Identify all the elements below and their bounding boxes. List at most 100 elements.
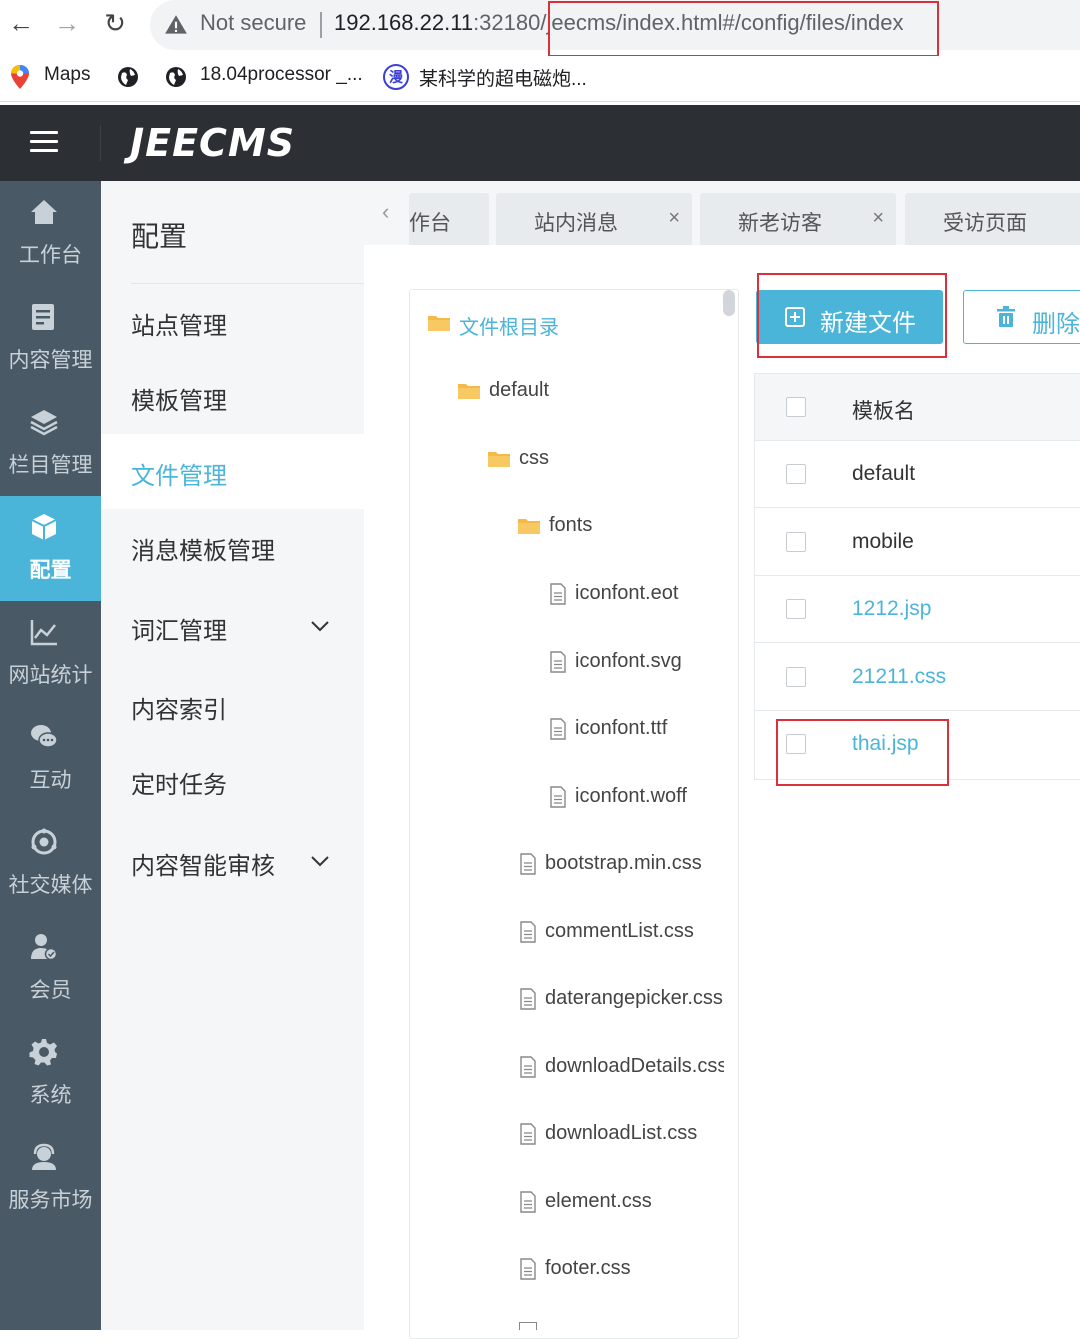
tree-node-file[interactable]: footer.css xyxy=(519,1255,724,1285)
row-checkbox[interactable] xyxy=(786,667,806,687)
tab-new-old-visitors[interactable]: 新老访客 × xyxy=(700,193,896,245)
bookmark-maps[interactable]: Maps xyxy=(44,64,90,86)
bookmark-railgun[interactable]: 某科学的超电磁炮... xyxy=(419,64,587,91)
tree-node-file[interactable]: iconfont.ttf xyxy=(549,715,727,745)
menu-item-label: 内容索引 xyxy=(131,697,227,724)
warning-triangle-icon[interactable] xyxy=(163,12,189,38)
rail-label: 互动 xyxy=(29,769,72,792)
select-all-checkbox[interactable] xyxy=(786,397,806,417)
back-arrow-icon[interactable]: ← xyxy=(6,8,36,38)
rail-item-columns[interactable]: 栏目管理 xyxy=(0,391,101,496)
chevron-down-icon[interactable] xyxy=(309,615,331,637)
menu-item-template-management[interactable]: 模板管理 xyxy=(101,359,364,434)
trash-icon xyxy=(997,306,1015,327)
rail-label: 系统 xyxy=(29,1084,72,1107)
bookmark-processor[interactable]: 18.04processor _... xyxy=(200,64,363,86)
app-header: JEECMS xyxy=(0,105,1080,181)
rail-label: 内容管理 xyxy=(8,349,93,372)
row-checkbox[interactable] xyxy=(786,532,806,552)
tree-node-file[interactable]: element.css xyxy=(519,1188,724,1218)
file-icon xyxy=(550,786,566,808)
menu-item-label: 内容智能审核 xyxy=(131,853,275,880)
tab-label: 站内消息 xyxy=(534,212,618,235)
bookmarks-bar: Maps 18.04processor _... 漫 某科学的超电磁炮... xyxy=(0,56,1080,102)
row-checkbox[interactable] xyxy=(786,464,806,484)
file-link[interactable]: 1212.jsp xyxy=(852,597,931,621)
template-name-cell: mobile xyxy=(852,530,914,553)
url-port: :32180/ xyxy=(473,10,547,35)
table-row[interactable]: mobile xyxy=(755,509,1080,576)
layers-icon xyxy=(30,410,58,436)
tab-site-messages[interactable]: 站内消息 × xyxy=(496,193,692,245)
rail-item-config[interactable]: 配置 xyxy=(0,496,101,601)
menu-item-file-management[interactable]: 文件管理 xyxy=(101,434,364,509)
rail-item-statistics[interactable]: 网站统计 xyxy=(0,601,101,706)
menu-item-smart-review[interactable]: 内容智能审核 xyxy=(101,824,364,899)
rail-item-service-market[interactable]: 服务市场 xyxy=(0,1126,101,1231)
tree-node-file[interactable]: iconfont.svg xyxy=(549,648,727,678)
forward-arrow-icon[interactable]: → xyxy=(52,8,82,38)
rail-item-members[interactable]: 会员 xyxy=(0,916,101,1021)
row-checkbox[interactable] xyxy=(786,599,806,619)
file-link[interactable]: 21211.css xyxy=(852,665,946,689)
file-icon xyxy=(520,1258,536,1280)
hamburger-menu-icon[interactable] xyxy=(30,131,58,153)
rail-item-interaction[interactable]: 互动 xyxy=(0,706,101,811)
rail-item-social[interactable]: 社交媒体 xyxy=(0,811,101,916)
tree-node-label: daterangepicker.css xyxy=(545,987,723,1009)
config-submenu: 配置 站点管理 模板管理 文件管理 消息模板管理 词汇管理 内容索引 定时任务 … xyxy=(101,181,364,1330)
file-icon xyxy=(520,853,536,875)
tree-node-label: iconfont.svg xyxy=(575,650,682,672)
new-file-highlight-box xyxy=(757,273,947,358)
tree-node-folder[interactable]: default xyxy=(457,377,727,407)
menu-item-label: 模板管理 xyxy=(131,388,227,415)
template-name-cell: default xyxy=(852,462,916,485)
tree-node-folder[interactable]: fonts xyxy=(517,512,727,542)
reload-icon[interactable]: ↻ xyxy=(100,8,130,38)
tree-node-label: footer.css xyxy=(545,1257,631,1279)
tree-node-file[interactable]: downloadList.css xyxy=(519,1120,724,1150)
maps-pin-icon xyxy=(11,65,29,89)
menu-item-scheduled-tasks[interactable]: 定时任务 xyxy=(101,743,364,818)
submenu-title: 配置 xyxy=(131,221,188,252)
rail-item-system[interactable]: 系统 xyxy=(0,1021,101,1126)
tree-node-file[interactable]: bootstrap.min.css xyxy=(519,850,724,880)
rail-item-content[interactable]: 内容管理 xyxy=(0,286,101,391)
tree-node-label: bootstrap.min.css xyxy=(545,852,702,874)
menu-item-message-templates[interactable]: 消息模板管理 xyxy=(101,509,364,584)
table-row[interactable]: 1212.jsp xyxy=(755,576,1080,643)
menu-item-label: 消息模板管理 xyxy=(131,538,275,565)
rail-item-workbench[interactable]: 工作台 xyxy=(0,181,101,286)
service-headset-icon xyxy=(32,1143,56,1170)
tab-workbench[interactable]: 作台 xyxy=(409,193,489,245)
tree-node-label: 文件根目录 xyxy=(459,317,559,339)
menu-item-content-index[interactable]: 内容索引 xyxy=(101,668,364,743)
tab-visited-pages[interactable]: 受访页面× xyxy=(905,193,1080,245)
tree-node-root[interactable]: 文件根目录 xyxy=(427,309,727,339)
folder-icon xyxy=(518,519,540,534)
menu-item-site-management[interactable]: 站点管理 xyxy=(101,284,364,359)
table-row[interactable]: default xyxy=(755,441,1080,508)
tree-node-file[interactable]: daterangepicker.css xyxy=(519,985,724,1015)
tree-node-file[interactable]: commentList.css xyxy=(519,918,724,948)
menu-item-label: 词汇管理 xyxy=(131,618,227,645)
tab-close-icon[interactable]: × xyxy=(872,207,884,230)
app-logo: JEECMS xyxy=(130,121,296,165)
folder-icon xyxy=(458,384,480,399)
tree-node-file[interactable]: iconfont.eot xyxy=(549,580,727,610)
home-icon xyxy=(31,200,57,224)
globe-icon[interactable] xyxy=(116,65,140,89)
file-icon xyxy=(520,1123,536,1145)
tab-scroll-left-icon[interactable]: ‹ xyxy=(382,199,389,225)
tab-close-icon[interactable]: × xyxy=(668,207,680,230)
tree-node-label: fonts xyxy=(549,514,593,536)
tab-label: 新老访客 xyxy=(738,212,822,235)
security-status[interactable]: Not secure xyxy=(200,10,306,36)
menu-item-vocabulary[interactable]: 词汇管理 xyxy=(101,589,364,664)
tree-node-file[interactable]: iconfont.woff xyxy=(549,783,727,813)
delete-button[interactable]: 删除 xyxy=(963,290,1080,344)
table-row[interactable]: 21211.css xyxy=(755,644,1080,711)
tree-node-file[interactable]: downloadDetails.css xyxy=(519,1053,724,1083)
tree-node-folder[interactable]: css xyxy=(487,445,727,475)
chevron-down-icon[interactable] xyxy=(309,850,331,872)
